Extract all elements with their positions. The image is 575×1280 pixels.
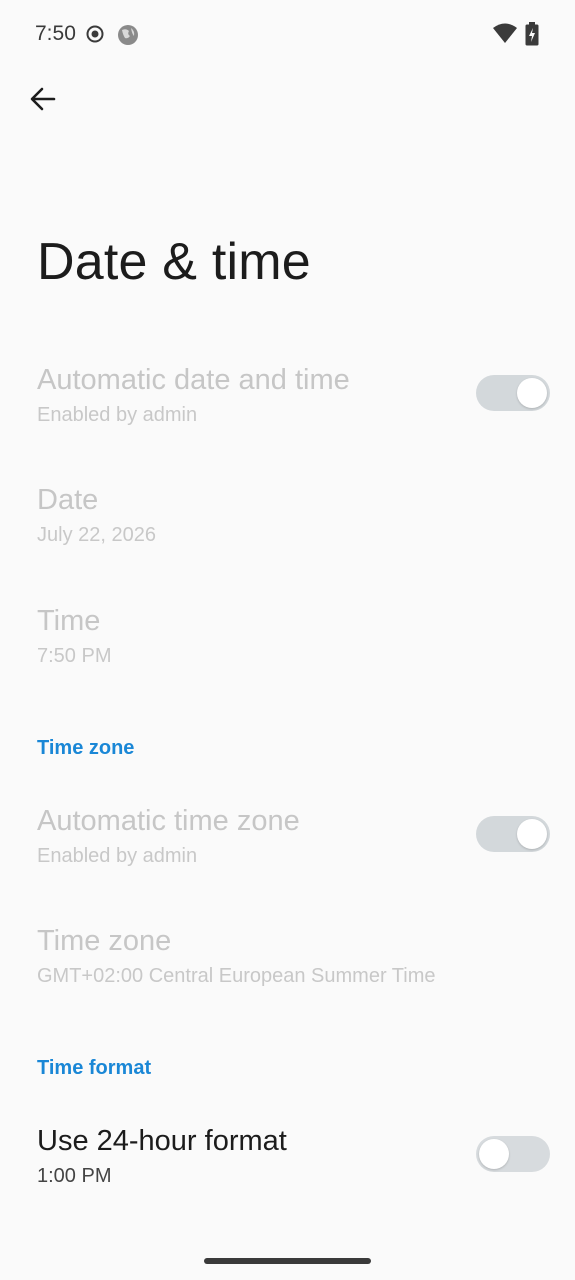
back-button[interactable] [22,80,64,122]
use-24-hour-format-row[interactable]: Use 24-hour format 1:00 PM [0,1113,575,1213]
wifi-icon [492,22,518,49]
use-24-hour-format-toggle[interactable] [476,1136,550,1172]
row-title: Date [37,484,99,516]
row-title: Time [37,605,101,637]
globe-icon [117,24,139,51]
battery-charging-icon [525,22,539,51]
row-subtitle: Enabled by admin [37,404,198,426]
row-subtitle: GMT+02:00 Central European Summer Time [37,965,436,987]
arrow-left-icon [29,85,57,118]
toggle-knob [517,819,547,849]
status-bar: 7:50 [0,0,575,68]
section-header-time-zone: Time zone [37,737,135,759]
row-subtitle: 7:50 PM [37,645,112,667]
row-subtitle: July 22, 2026 [37,524,156,546]
row-title: Automatic date and time [37,364,350,396]
toggle-knob [479,1139,509,1169]
toggle-knob [517,378,547,408]
time-row[interactable]: Time 7:50 PM [0,593,575,693]
row-subtitle: 1:00 PM [37,1165,112,1187]
section-header-time-format: Time format [37,1057,152,1079]
date-row[interactable]: Date July 22, 2026 [0,472,575,572]
row-subtitle: Enabled by admin [37,845,198,867]
automatic-date-time-toggle[interactable] [476,375,550,411]
page-title: Date & time [37,233,311,291]
home-indicator[interactable] [204,1258,371,1264]
row-title: Use 24-hour format [37,1125,287,1157]
automatic-date-time-row[interactable]: Automatic date and time Enabled by admin [0,352,575,452]
record-icon [85,24,105,49]
status-time: 7:50 [35,22,76,45]
row-title: Time zone [37,925,172,957]
date-time-settings-screen: 7:50 Date & time Automatic date and time… [0,0,575,1280]
automatic-time-zone-toggle[interactable] [476,816,550,852]
row-title: Automatic time zone [37,805,300,837]
automatic-time-zone-row[interactable]: Automatic time zone Enabled by admin [0,793,575,893]
time-zone-row[interactable]: Time zone GMT+02:00 Central European Sum… [0,913,575,1013]
